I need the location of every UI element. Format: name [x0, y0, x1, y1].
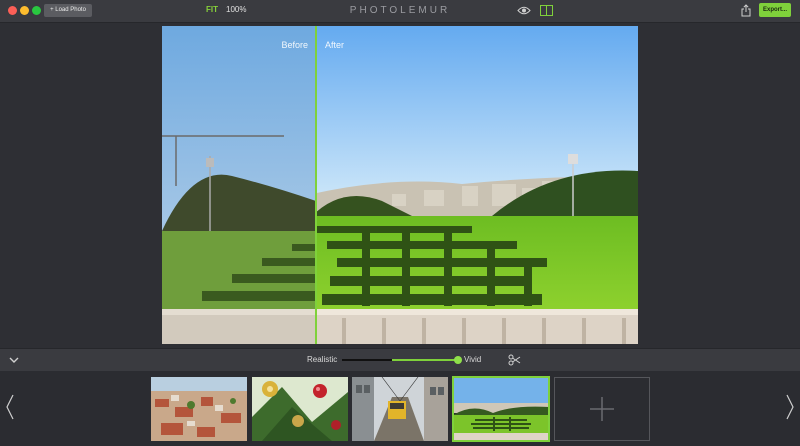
export-button[interactable]: Export... — [759, 3, 791, 17]
park-photo — [162, 26, 638, 344]
split-view-icon[interactable] — [540, 5, 553, 16]
thumbnail-park-view[interactable] — [452, 376, 550, 442]
scissors-icon[interactable] — [508, 354, 521, 366]
photo-canvas[interactable]: Before After — [162, 26, 638, 344]
chevron-left-icon[interactable] — [5, 393, 15, 421]
thumbnail-lisbon-rooftops[interactable] — [151, 377, 247, 441]
filmstrip — [0, 371, 800, 446]
eye-icon[interactable] — [517, 5, 531, 16]
after-label: After — [325, 40, 345, 50]
thumbnail-christmas-ornaments[interactable] — [252, 377, 348, 441]
adjustment-bar: Realistic Vivid — [0, 348, 800, 372]
chevron-down-icon[interactable] — [8, 354, 20, 366]
realistic-label: Realistic — [307, 355, 338, 364]
thumbnail-tram-street[interactable] — [352, 377, 448, 441]
before-label: Before — [281, 40, 308, 50]
plus-icon — [590, 397, 614, 421]
slider-fill — [392, 359, 458, 361]
realistic-vivid-slider[interactable] — [342, 356, 462, 364]
add-photo-slot[interactable] — [554, 377, 650, 441]
toolbar: + Load Photo FIT 100% PHOTOLEMUR Export.… — [0, 0, 800, 23]
app-title: PHOTOLEMUR — [349, 5, 451, 16]
before-after-divider[interactable] — [315, 26, 317, 344]
slider-knob[interactable] — [454, 356, 462, 364]
share-icon[interactable] — [741, 4, 751, 17]
vivid-label: Vivid — [464, 355, 482, 364]
chevron-right-icon[interactable] — [785, 393, 795, 421]
